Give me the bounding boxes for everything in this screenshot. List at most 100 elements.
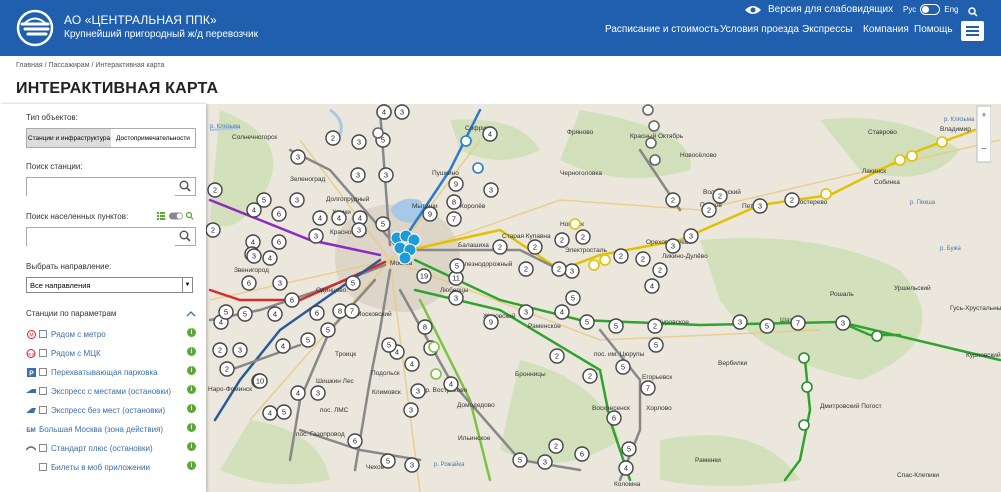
station-cluster-marker[interactable]: 6 (284, 292, 300, 308)
station-cluster-marker[interactable]: 5 (320, 322, 336, 338)
param-row-mobile-tickets[interactable]: Билеты в моб приложении i (26, 460, 196, 474)
checkbox[interactable] (39, 330, 47, 338)
station-cluster-marker[interactable]: 3 (683, 228, 699, 244)
station-cluster-marker[interactable]: 2 (652, 262, 668, 278)
station-marker[interactable] (642, 104, 654, 116)
station-cluster-marker[interactable]: 3 (403, 402, 419, 418)
nav-help[interactable]: Помощь (914, 24, 953, 35)
station-cluster-marker[interactable]: 6 (271, 234, 287, 250)
search-icon[interactable] (185, 211, 194, 220)
station-cluster-marker[interactable]: 5 (512, 452, 528, 468)
station-cluster-marker[interactable]: 2 (527, 239, 543, 255)
checkbox[interactable] (39, 368, 47, 376)
station-cluster-marker[interactable]: 8 (446, 194, 462, 210)
breadcrumb-home[interactable]: Главная (16, 62, 43, 69)
station-marker[interactable] (372, 127, 384, 139)
station-cluster-marker[interactable]: 5 (345, 275, 361, 291)
station-cluster-marker[interactable]: 5 (648, 337, 664, 353)
station-marker[interactable] (649, 154, 661, 166)
search-icon[interactable] (179, 180, 191, 192)
param-row-mck[interactable]: МЦК Рядом с МЦК i (26, 346, 196, 360)
station-cluster-marker[interactable]: 3 (310, 385, 326, 401)
checkbox[interactable] (39, 349, 47, 357)
station-cluster-marker[interactable]: 3 (290, 149, 306, 165)
locality-search-options[interactable] (157, 211, 195, 221)
lang-ru[interactable]: Рус (903, 5, 916, 14)
station-cluster-marker[interactable]: 4 (246, 202, 262, 218)
station-cluster-marker[interactable]: 3 (732, 314, 748, 330)
station-cluster-marker[interactable]: 3 (835, 315, 851, 331)
station-cluster-marker[interactable]: 3 (308, 228, 324, 244)
param-row-express-seats[interactable]: Экспресс с местами (остановки) i (26, 384, 196, 398)
station-cluster-marker[interactable]: 2 (647, 318, 663, 334)
station-marker[interactable] (569, 218, 581, 230)
accessibility-link[interactable]: Версия для слабовидящих (744, 4, 893, 15)
station-cluster-marker[interactable]: 2 (325, 130, 341, 146)
station-cluster-marker[interactable]: 2 (551, 261, 567, 277)
station-cluster-marker[interactable]: 2 (554, 232, 570, 248)
station-cluster-marker[interactable]: 4 (404, 356, 420, 372)
station-cluster-marker[interactable]: 5 (449, 258, 465, 274)
info-icon[interactable]: i (187, 461, 196, 470)
station-marker[interactable] (801, 381, 813, 393)
object-type-switch[interactable]: Станции и инфраструктура Достопримечател… (26, 128, 196, 148)
station-cluster-marker[interactable]: 3 (665, 238, 681, 254)
station-cluster-marker[interactable]: 4 (262, 250, 278, 266)
station-cluster-marker[interactable]: 3 (232, 342, 248, 358)
station-marker[interactable] (820, 188, 832, 200)
info-icon[interactable]: i (187, 404, 196, 413)
station-marker[interactable] (906, 150, 918, 162)
language-switch[interactable]: Рус Eng (903, 4, 958, 15)
checkbox[interactable] (39, 463, 47, 471)
station-search-input[interactable] (27, 181, 175, 196)
station-cluster-marker[interactable]: 4 (290, 385, 306, 401)
station-cluster-marker[interactable]: 6 (309, 305, 325, 321)
company-logo-icon[interactable] (16, 9, 54, 47)
checkbox[interactable] (39, 406, 47, 414)
param-row-big-moscow[interactable]: БМ Большая Москва (зона действия) i (26, 422, 196, 436)
station-cluster-marker[interactable]: 4 (312, 210, 328, 226)
station-cluster-marker[interactable]: 3 (350, 167, 366, 183)
station-cluster-marker[interactable]: 7 (344, 303, 360, 319)
station-cluster-marker[interactable]: 2 (492, 239, 508, 255)
info-icon[interactable]: i (187, 366, 196, 375)
station-marker[interactable] (798, 419, 810, 431)
station-cluster-marker[interactable]: 5 (565, 290, 581, 306)
chevron-up-icon[interactable] (186, 311, 196, 317)
station-cluster-marker[interactable]: 6 (574, 446, 590, 462)
zoom-out-icon[interactable]: − (981, 144, 987, 155)
station-cluster-marker[interactable]: 9 (448, 176, 464, 192)
station-cluster-marker[interactable]: 4 (644, 278, 660, 294)
station-cluster-marker[interactable]: 2 (701, 202, 717, 218)
station-cluster-marker[interactable]: 2 (219, 361, 235, 377)
tab-attractions[interactable]: Достопримечательности (111, 129, 195, 147)
station-cluster-marker[interactable]: 6 (271, 206, 287, 222)
station-cluster-marker[interactable]: 3 (394, 104, 410, 120)
tab-stations[interactable]: Станции и инфраструктура (27, 129, 111, 147)
station-cluster-marker[interactable]: 3 (351, 134, 367, 150)
station-cluster-marker[interactable]: 2 (205, 222, 221, 238)
station-cluster-marker[interactable]: 4 (331, 210, 347, 226)
breadcrumb-passengers[interactable]: Пассажирам (49, 62, 90, 69)
station-cluster-marker[interactable]: 5 (381, 337, 397, 353)
station-cluster-marker[interactable]: 7 (640, 380, 656, 396)
param-row-parking[interactable]: P Перехватывающая парковка i (26, 365, 196, 379)
station-marker[interactable] (599, 254, 611, 266)
station-cluster-marker[interactable]: 3 (351, 222, 367, 238)
station-marker[interactable] (460, 135, 472, 147)
station-cluster-marker[interactable]: 4 (262, 405, 278, 421)
station-cluster-marker[interactable]: 5 (621, 441, 637, 457)
info-icon[interactable]: i (187, 385, 196, 394)
station-cluster-marker[interactable]: 2 (549, 348, 565, 364)
station-cluster-marker[interactable]: 19 (416, 268, 432, 284)
station-cluster-marker[interactable]: 2 (518, 261, 534, 277)
station-cluster-marker[interactable]: 6 (606, 410, 622, 426)
info-icon[interactable]: i (187, 442, 196, 451)
station-marker[interactable] (472, 162, 484, 174)
station-marker[interactable] (936, 136, 948, 148)
param-row-standard-plus[interactable]: Стандарт плюс (остановки) i (26, 441, 196, 455)
station-cluster-marker[interactable]: 3 (483, 182, 499, 198)
nav-conditions[interactable]: Условия проезда (720, 24, 799, 35)
station-cluster-marker[interactable]: 5 (615, 359, 631, 375)
station-cluster-marker[interactable]: 3 (537, 454, 553, 470)
